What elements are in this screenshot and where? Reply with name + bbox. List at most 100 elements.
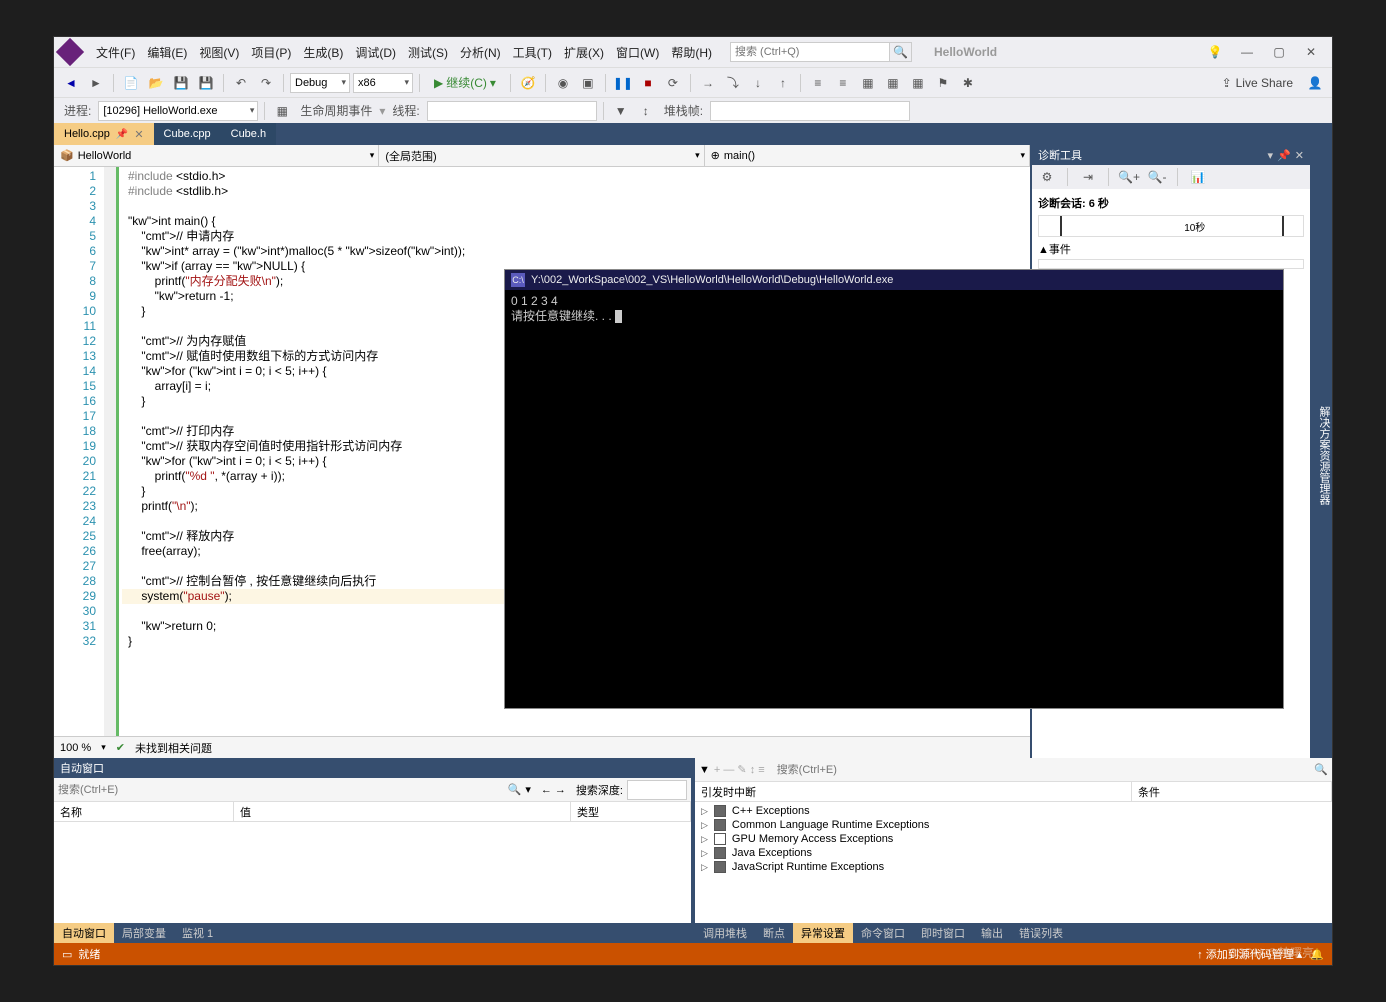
panel-tab[interactable]: 命令窗口 [853,923,913,943]
search-icon[interactable]: 🔍 [1314,763,1328,776]
panel-tab[interactable]: 局部变量 [114,923,174,943]
column-header[interactable]: 值 [234,802,571,821]
menu-item[interactable]: 视图(V) [193,41,245,64]
zoom-level[interactable]: 100 % [60,742,91,754]
search-input[interactable] [730,42,890,62]
nav-fwd-icon[interactable]: ► [85,72,107,94]
panel-tab[interactable]: 监视 1 [174,923,221,943]
menu-item[interactable]: 窗口(W) [610,41,665,64]
solution-explorer-tab[interactable]: 解决方案资源管理器 [1310,145,1332,758]
menu-item[interactable]: 工具(T) [507,41,558,64]
step-into-icon[interactable]: ↓ [747,72,769,94]
exception-row[interactable]: ▷Common Language Runtime Exceptions [695,818,1332,832]
redo-icon[interactable]: ↷ [255,72,277,94]
close-icon[interactable]: ✕ [1295,149,1304,162]
panel-tab[interactable]: 断点 [755,923,793,943]
lifecycle-icon[interactable]: ▦ [271,100,293,122]
tool-icon[interactable]: 🧭 [517,72,539,94]
panel-tab[interactable]: 输出 [973,923,1011,943]
chart-icon[interactable]: 📊 [1187,166,1209,188]
continue-button[interactable]: ▶ 继续(C) ▾ [426,72,504,94]
column-header[interactable]: 名称 [54,802,234,821]
zoom-out-icon[interactable]: 🔍- [1146,166,1168,188]
step-over-icon[interactable]: ⤵ [722,72,744,94]
autos-search-input[interactable] [58,784,504,796]
step-icon[interactable]: ⇥ [1077,166,1099,188]
exception-row[interactable]: ▷GPU Memory Access Exceptions [695,832,1332,846]
title-search[interactable]: 🔍 [730,42,912,62]
save-all-icon[interactable]: 💾 [195,72,217,94]
pin-icon[interactable]: 📌 [1277,149,1291,162]
tool-icon[interactable]: ▦ [857,72,879,94]
filter-icon[interactable]: ▼ [610,100,632,122]
exception-row[interactable]: ▷JavaScript Runtime Exceptions [695,860,1332,874]
pause-icon[interactable]: ❚❚ [612,72,634,94]
tool-icon[interactable]: ≡ [832,72,854,94]
process-combo[interactable]: [10296] HelloWorld.exe [98,101,258,121]
nav-project[interactable]: 📦 HelloWorld [54,145,379,166]
panel-tab[interactable]: 调用堆栈 [695,923,755,943]
document-tab[interactable]: Cube.h [221,123,276,145]
menu-item[interactable]: 分析(N) [454,41,507,64]
maximize-icon[interactable]: ▢ [1264,42,1294,62]
tool-icon[interactable]: ◉ [552,72,574,94]
menu-item[interactable]: 编辑(E) [141,41,193,64]
menu-item[interactable]: 调试(D) [349,41,402,64]
filter-icon[interactable]: ▼ [699,764,710,776]
panel-tab[interactable]: 即时窗口 [913,923,973,943]
thread-combo[interactable] [427,101,597,121]
depth-combo[interactable] [627,780,687,800]
sort-icon[interactable]: ↕ [635,100,657,122]
nav-member[interactable]: ⊕ main() [705,145,1030,166]
exc-search-input[interactable] [777,764,1311,776]
column-header[interactable]: 引发时中断 [695,782,1132,801]
step-icon[interactable]: → [697,72,719,94]
tool-icon[interactable]: ▣ [577,72,599,94]
nav-scope[interactable]: (全局范围) [379,145,704,166]
exception-row[interactable]: ▷C++ Exceptions [695,804,1332,818]
feedback-icon[interactable]: 💡 [1200,42,1230,62]
menu-item[interactable]: 项目(P) [245,41,297,64]
console-window[interactable]: C:\ Y:\002_WorkSpace\002_VS\HelloWorld\H… [504,269,1284,709]
menu-item[interactable]: 扩展(X) [558,41,610,64]
tool-icon[interactable]: ≡ [807,72,829,94]
config-combo[interactable]: Debug [290,73,350,93]
open-icon[interactable]: 📂 [145,72,167,94]
menu-item[interactable]: 文件(F) [90,41,141,64]
close-icon[interactable]: ✕ [1296,42,1326,62]
events-header[interactable]: ▲事件 [1038,239,1304,259]
tool-icon[interactable]: ✱ [957,72,979,94]
tool-icon[interactable]: ▦ [882,72,904,94]
document-tab[interactable]: Cube.cpp [154,123,221,145]
nav-back-icon[interactable]: ◄ [60,72,82,94]
panel-tab[interactable]: 异常设置 [793,923,853,943]
stackframe-combo[interactable] [710,101,910,121]
dropdown-icon[interactable]: ▾ [1268,149,1274,162]
menu-item[interactable]: 测试(S) [402,41,454,64]
live-share-button[interactable]: ⇪ Live Share [1214,76,1301,90]
panel-tab[interactable]: 错误列表 [1011,923,1071,943]
exception-row[interactable]: ▷Java Exceptions [695,846,1332,860]
undo-icon[interactable]: ↶ [230,72,252,94]
search-icon[interactable]: 🔍 [890,42,912,62]
platform-combo[interactable]: x86 [353,73,413,93]
minimize-icon[interactable]: — [1232,42,1262,62]
menu-item[interactable]: 生成(B) [297,41,349,64]
new-icon[interactable]: 📄 [120,72,142,94]
search-icon[interactable]: 🔍 [508,783,522,796]
menu-item[interactable]: 帮助(H) [665,41,718,64]
tool-icon[interactable]: ▦ [907,72,929,94]
stop-icon[interactable]: ■ [637,72,659,94]
gear-icon[interactable]: ⚙ [1036,166,1058,188]
zoom-in-icon[interactable]: 🔍+ [1118,166,1140,188]
panel-tab[interactable]: 自动窗口 [54,923,114,943]
document-tab[interactable]: Hello.cpp 📌 ✕ [54,123,154,145]
column-header[interactable]: 条件 [1132,782,1332,801]
tool-icon[interactable]: ⚑ [932,72,954,94]
save-icon[interactable]: 💾 [170,72,192,94]
column-header[interactable]: 类型 [571,802,691,821]
user-icon[interactable]: 👤 [1304,72,1326,94]
restart-icon[interactable]: ⟳ [662,72,684,94]
step-out-icon[interactable]: ↑ [772,72,794,94]
timeline[interactable]: 10秒 [1038,215,1304,237]
